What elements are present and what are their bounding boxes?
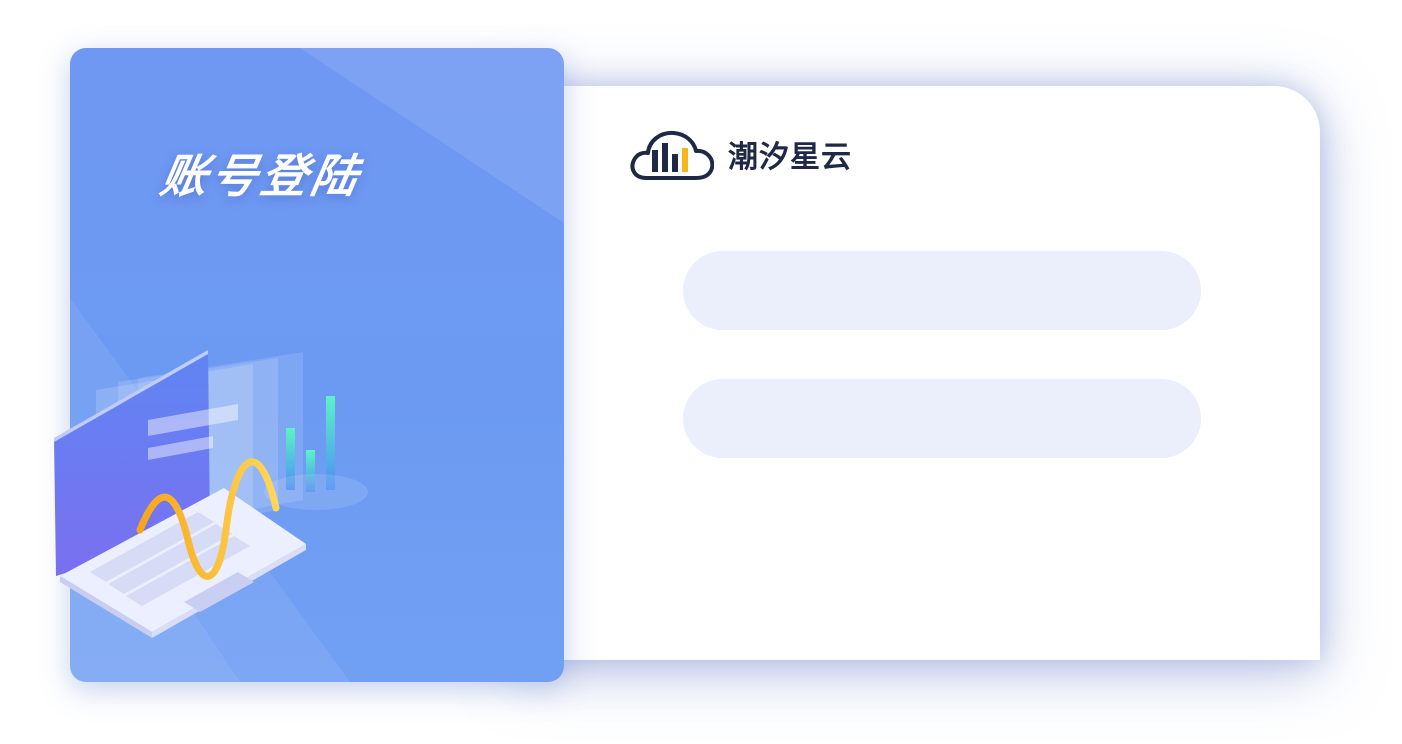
brand-name: 潮汐星云: [728, 140, 852, 175]
cloud-bar-chart-icon: [630, 130, 714, 180]
brand: 潮汐星云: [630, 128, 852, 180]
laptop-chart-illustration: [54, 350, 368, 638]
password-input[interactable]: [683, 379, 1201, 458]
panel-title: 账号登陆: [156, 149, 367, 203]
username-input[interactable]: [683, 251, 1201, 330]
login-page: 账号登陆 潮汐星云: [0, 0, 1402, 744]
